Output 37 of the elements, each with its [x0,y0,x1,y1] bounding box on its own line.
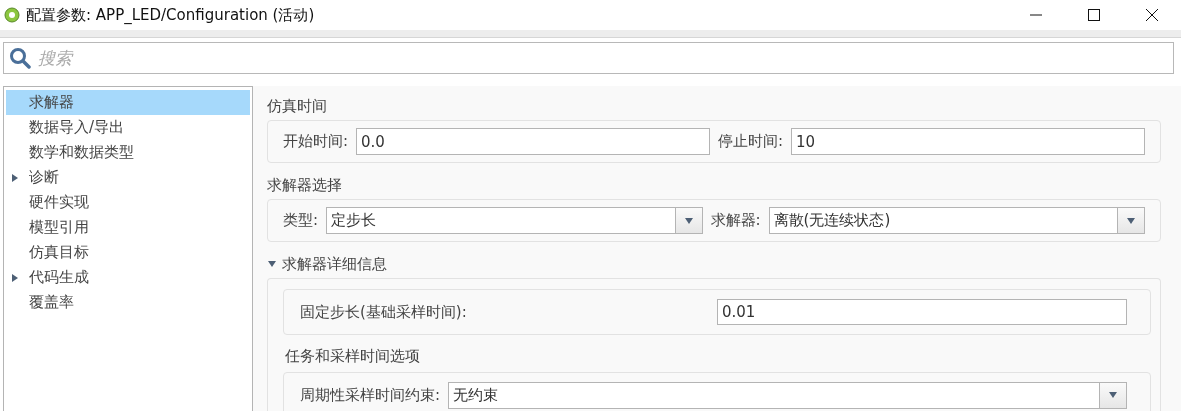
app-icon [4,7,20,23]
expand-icon[interactable] [10,272,20,283]
section-title: 任务和采样时间选项 [285,346,421,367]
field-label: 停止时间: [718,131,784,153]
section-title: 仿真时间 [267,95,327,117]
field-label: 类型: [283,210,319,232]
dropdown[interactable]: 无约束 [448,381,1127,409]
dropdown[interactable]: 离散(无连续状态) [768,207,1145,234]
field-label: 开始时间: [283,131,349,153]
tree-item[interactable]: 模型引用 [6,215,250,240]
tree-item[interactable]: 数学和数据类型 [6,140,250,165]
field-label: 周期性采样时间约束: [300,384,441,406]
dropdown-arrow-icon[interactable] [1108,390,1118,400]
dropdown-arrow-icon[interactable] [683,215,694,226]
text-field[interactable]: 10 [791,128,1145,155]
dropdown[interactable]: 定步长 [326,207,703,234]
tree-item[interactable]: 诊断 [6,165,250,190]
search-field[interactable]: 搜索 [3,42,1174,74]
collapse-icon[interactable] [267,259,277,269]
search-icon [9,47,31,69]
tree-item[interactable]: 代码生成 [6,265,250,290]
field-label: 求解器: [710,210,761,232]
text-field[interactable]: 0.0 [356,128,710,155]
field-label: 固定步长(基础采样时间): [300,301,467,323]
tree-item[interactable]: 求解器 [6,90,250,115]
section-title: 求解器选择 [267,174,342,196]
section-title: 求解器详细信息 [282,253,387,275]
tree-item[interactable]: 仿真目标 [6,240,250,265]
dropdown-arrow-icon[interactable] [1126,215,1136,226]
tree-item[interactable]: 数据导入/导出 [6,115,250,140]
close-icon [1145,8,1159,22]
text-field[interactable]: 0.01 [717,299,1127,325]
window-title: 配置参数: APP_LED/Configuration (活动) [26,4,315,26]
expand-icon[interactable] [10,172,20,183]
tree-item[interactable]: 硬件实现 [6,190,250,215]
tree-item[interactable]: 覆盖率 [6,290,250,315]
maximize-icon [1087,8,1101,22]
